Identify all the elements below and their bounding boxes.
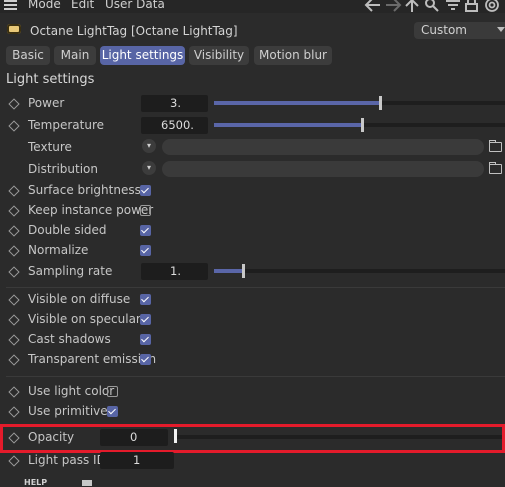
power-value: 3.: [170, 96, 181, 110]
power-field[interactable]: 3.: [141, 95, 208, 112]
texture-link-field[interactable]: [162, 139, 484, 155]
power-label: Power: [28, 96, 65, 110]
keyframe-diamond-icon[interactable]: [8, 245, 20, 257]
tab-basic[interactable]: Basic: [6, 46, 50, 65]
light-pass-id-label: Light pass ID: [28, 453, 106, 467]
keyframe-diamond-icon[interactable]: [8, 386, 20, 398]
sampling-rate-label: Sampling rate: [28, 264, 113, 278]
use-light-color-checkbox[interactable]: [107, 386, 118, 397]
tab-light-settings[interactable]: Light settings: [100, 46, 185, 65]
lock-icon[interactable]: [465, 0, 478, 12]
target-icon[interactable]: [485, 0, 499, 12]
object-title: Octane LightTag [Octane LightTag]: [30, 24, 238, 38]
tab-visibility[interactable]: Visibility: [189, 46, 249, 65]
keyframe-diamond-icon[interactable]: [8, 120, 20, 132]
keyframe-diamond-icon[interactable]: [8, 205, 20, 217]
highlight-box: [0, 424, 505, 453]
keyframe-diamond-icon[interactable]: [8, 334, 20, 346]
sampling-rate-value: 1.: [170, 264, 181, 278]
temperature-slider-fill: [214, 123, 362, 127]
keyframe-diamond-icon[interactable]: [8, 406, 20, 418]
keyframe-diamond-icon[interactable]: [8, 98, 20, 110]
surface-brightness-label: Surface brightness: [28, 183, 141, 197]
double-sided-checkbox[interactable]: [140, 225, 151, 236]
search-icon[interactable]: [425, 0, 439, 12]
toolbar-icons: [364, 0, 499, 12]
menu-edit[interactable]: Edit: [71, 0, 94, 11]
keyframe-diamond-icon[interactable]: [8, 354, 20, 366]
temperature-field[interactable]: 6500.: [141, 117, 208, 134]
chevron-down-icon: [497, 27, 505, 32]
visible-on-specular-label: Visible on specular: [28, 312, 141, 326]
sampling-rate-slider[interactable]: [214, 269, 505, 273]
texture-label: Texture: [28, 140, 72, 154]
panel-icon[interactable]: [82, 480, 92, 486]
transparent-emission-label: Transparent emission: [28, 352, 157, 366]
keyframe-diamond-icon[interactable]: [8, 314, 20, 326]
visible-on-diffuse-label: Visible on diffuse: [28, 292, 131, 306]
section-title: Light settings: [6, 72, 95, 87]
divider: [6, 287, 505, 288]
lighttag-icon: [7, 24, 21, 34]
temperature-value: 6500.: [161, 118, 194, 132]
folder-icon[interactable]: [489, 162, 502, 174]
visible-on-diffuse-checkbox[interactable]: [140, 294, 151, 305]
divider: [6, 376, 505, 377]
up-arrow-icon[interactable]: [405, 0, 419, 12]
menu-mode[interactable]: Mode: [28, 0, 61, 11]
distribution-link-field[interactable]: [162, 161, 484, 177]
transparent-emission-checkbox[interactable]: [140, 354, 151, 365]
menu-user-data[interactable]: User Data: [105, 0, 165, 11]
keyframe-diamond-icon[interactable]: [8, 225, 20, 237]
sampling-rate-slider-fill: [214, 269, 243, 273]
preset-dropdown[interactable]: Custom: [414, 22, 505, 39]
normalize-checkbox[interactable]: [140, 245, 151, 256]
use-light-color-label: Use light color: [28, 384, 115, 398]
power-slider-fill: [214, 101, 380, 105]
keep-instance-power-checkbox[interactable]: [140, 205, 151, 216]
keyframe-diamond-icon[interactable]: [8, 266, 20, 278]
distribution-menu-button[interactable]: ▾: [142, 161, 156, 175]
tab-main[interactable]: Main: [54, 46, 96, 65]
keyframe-diamond-icon[interactable]: [8, 455, 20, 467]
forward-arrow-icon[interactable]: [386, 0, 402, 12]
tab-motion-blur[interactable]: Motion blur: [254, 46, 332, 65]
temperature-slider-handle[interactable]: [361, 118, 364, 132]
cast-shadows-checkbox[interactable]: [140, 334, 151, 345]
light-pass-id-field[interactable]: 1: [100, 452, 174, 469]
texture-menu-button[interactable]: ▾: [142, 139, 156, 153]
use-primitives-checkbox[interactable]: [107, 406, 118, 417]
distribution-label: Distribution: [28, 162, 99, 176]
temperature-label: Temperature: [28, 118, 105, 132]
normalize-label: Normalize: [28, 243, 89, 257]
folder-icon[interactable]: [489, 140, 502, 152]
keyframe-diamond-icon[interactable]: [8, 294, 20, 306]
menu-icon[interactable]: [4, 0, 17, 10]
light-pass-id-value: 1: [133, 453, 141, 467]
preset-value: Custom: [421, 23, 467, 37]
double-sided-label: Double sided: [28, 223, 107, 237]
keyframe-diamond-icon[interactable]: [8, 185, 20, 197]
back-arrow-icon[interactable]: [364, 0, 380, 12]
surface-brightness-checkbox[interactable]: [140, 185, 151, 196]
cast-shadows-label: Cast shadows: [28, 332, 111, 346]
use-primitives-label: Use primitives: [28, 404, 114, 418]
sampling-rate-field[interactable]: 1.: [141, 263, 208, 280]
visible-on-specular-checkbox[interactable]: [140, 314, 151, 325]
filter-icon[interactable]: [446, 0, 460, 10]
sampling-rate-slider-handle[interactable]: [242, 264, 245, 278]
power-slider-handle[interactable]: [379, 96, 382, 110]
keep-instance-power-label: Keep instance power: [28, 203, 154, 217]
